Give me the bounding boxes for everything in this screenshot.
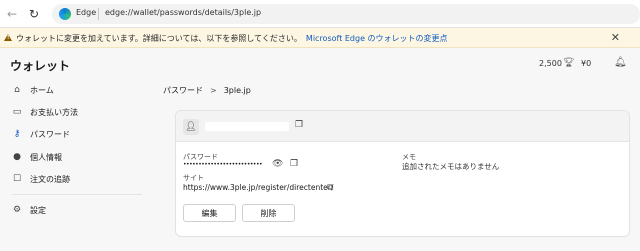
breadcrumb-current: 3ple.jp [223,86,251,95]
sidebar-item-personal-info[interactable]: ● 個人情報 [12,149,62,165]
sidebar-divider [12,194,142,195]
sidebar-item-settings[interactable]: ⚙ 設定 [12,202,46,218]
sidebar-item-passwords[interactable]: ⚷ パスワード [12,126,70,142]
username-redacted [205,122,289,131]
sidebar-item-label: 個人情報 [30,152,62,162]
site-label: サイト [183,174,204,182]
rewards-points[interactable]: 2,500 [539,59,562,68]
sidebar-item-payment-methods[interactable]: ▭ お支払い方法 [12,104,78,120]
page-title: ウォレット [10,59,71,73]
password-detail-card: 👤︎ ❐ パスワード •••••••••••••••••••••••••• 👁︎… [175,110,630,237]
key-icon: ⚷ [13,129,21,139]
home-icon: ⌂ [14,85,20,95]
edge-chip-label: Edge [76,8,97,17]
open-external-icon[interactable]: ⧉ [327,183,333,193]
omnibox-divider [98,8,99,20]
delete-button[interactable]: 削除 [242,204,295,222]
banner-message: ウォレットに変更を加えています。詳細については、以下を参照してください。 Micr… [16,33,448,44]
person-icon: ● [13,152,21,162]
sidebar-item-label: ホーム [30,85,54,95]
sidebar-item-label: 注文の追跡 [30,174,70,184]
sidebar-item-label: パスワード [30,129,70,139]
address-bar[interactable]: Edge edge://wallet/passwords/details/3pl… [52,4,640,24]
close-banner-button[interactable]: ✕ [611,31,620,44]
card-icon: ▭ [12,107,22,117]
chevron-right-icon: > [210,86,217,95]
show-password-icon[interactable]: 👁︎ [272,159,283,169]
gear-icon: ⚙ [12,205,22,215]
memo-value: 追加されたメモはありません [402,162,500,171]
warning-icon [4,34,12,41]
site-url: https://www.3ple.jp/register/directenter… [183,183,334,192]
sidebar-item-label: 設定 [30,205,46,215]
card-header: 👤︎ ❐ [176,111,629,142]
edit-button[interactable]: 編集 [183,204,236,222]
url-text[interactable]: edge://wallet/passwords/details/3ple.jp [105,8,261,17]
trophy-icon[interactable]: 🏆︎ [563,58,574,68]
user-icon: 👤︎ [183,119,199,135]
copy-password-icon[interactable]: ❐ [290,159,298,169]
tracking-icon: ☐ [12,174,22,184]
sidebar-item-home[interactable]: ⌂ ホーム [12,82,54,98]
password-value: •••••••••••••••••••••••••• [183,161,263,168]
close-icon: ✕ [610,31,620,44]
sidebar-item-label: お支払い方法 [30,107,78,117]
breadcrumb-parent-link[interactable]: パスワード [163,86,203,95]
refresh-icon: ↻ [28,7,40,21]
breadcrumb: パスワード >3ple.jp [163,85,251,96]
banner-text: ウォレットに変更を加えています。詳細については、以下を参照してください。 [16,34,302,43]
sidebar-item-order-tracking[interactable]: ☐ 注文の追跡 [12,171,70,187]
edge-logo-icon [59,8,71,20]
banner-link[interactable]: Microsoft Edge のウォレットの変更点 [306,34,448,43]
refresh-button[interactable]: ↻ [26,6,42,22]
info-banner: ウォレットに変更を加えています。詳細については、以下を参照してください。 Micr… [0,28,640,48]
browser-toolbar: ← ↻ Edge edge://wallet/passwords/details… [0,0,640,28]
wallet-balance[interactable]: ¥0 [581,59,591,68]
back-button[interactable]: ← [4,6,20,22]
arrow-left-icon: ← [6,7,18,21]
bell-icon[interactable]: 🔔︎ [614,57,627,68]
copy-username-icon[interactable]: ❐ [295,120,303,130]
